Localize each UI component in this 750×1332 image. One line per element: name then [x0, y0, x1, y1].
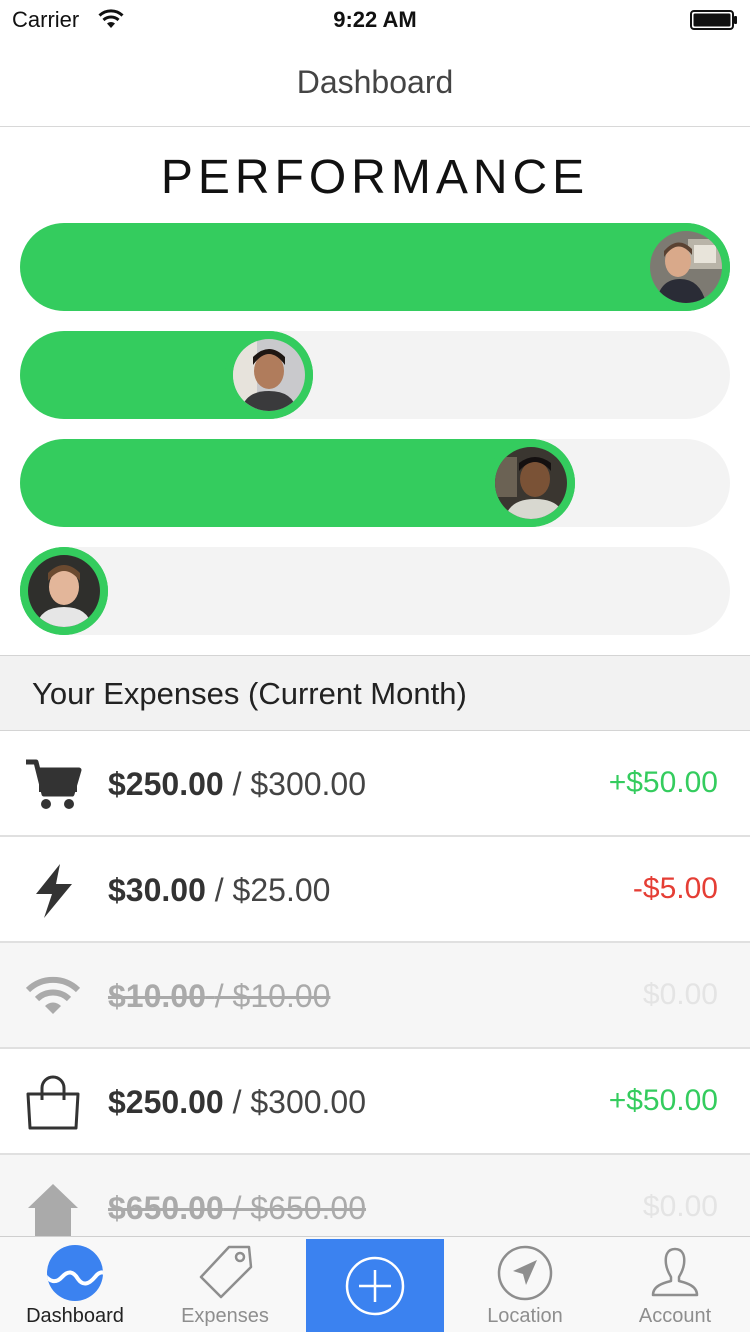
expense-amount: $30.00 / $25.00 — [108, 872, 330, 909]
expense-budget: / $25.00 — [214, 872, 331, 908]
expense-budget: / $10.00 — [214, 978, 331, 1014]
expense-amount: $10.00 / $10.00 — [108, 978, 330, 1015]
expense-difference: +$50.00 — [608, 766, 718, 799]
lightning-icon — [36, 864, 72, 918]
price-tag-icon — [199, 1245, 253, 1299]
expense-difference: +$50.00 — [608, 1084, 718, 1117]
expense-spent: $30.00 — [108, 872, 206, 908]
expense-spent: $10.00 — [108, 978, 206, 1014]
person-avatar-1 — [650, 231, 722, 303]
tab-label: Expenses — [181, 1305, 269, 1327]
plus-circle-icon — [345, 1256, 405, 1316]
avatar[interactable] — [486, 439, 575, 527]
navigation-arrow-icon — [497, 1245, 553, 1301]
avatar[interactable] — [20, 547, 108, 635]
avatar[interactable] — [642, 223, 730, 311]
tab-expenses[interactable]: Expenses — [150, 1237, 300, 1332]
battery-icon — [690, 10, 737, 30]
tab-account[interactable]: Account — [600, 1237, 750, 1332]
tab-location[interactable]: Location — [450, 1237, 600, 1332]
performance-bar — [20, 331, 730, 419]
expense-difference: -$5.00 — [632, 872, 718, 905]
shopping-bag-icon — [26, 1075, 80, 1130]
person-avatar-3 — [494, 447, 567, 519]
performance-bar-fill — [20, 223, 730, 311]
tab-dashboard[interactable]: Dashboard — [0, 1237, 150, 1332]
wifi-icon — [25, 976, 81, 1014]
clock: 9:22 AM — [333, 7, 417, 32]
person-avatar-4 — [28, 555, 100, 627]
expense-amount: $650.00 / $650.00 — [108, 1190, 366, 1227]
expense-budget: / $650.00 — [232, 1190, 367, 1226]
expense-difference: $0.00 — [642, 978, 718, 1011]
expense-spent: $250.00 — [108, 766, 224, 802]
performance-bar — [20, 223, 730, 311]
performance-bar-fill — [20, 547, 108, 635]
expense-row[interactable]: $250.00 / $300.00 +$50.00 — [0, 731, 750, 837]
performance-bar-fill — [20, 439, 575, 527]
expense-budget: / $300.00 — [232, 766, 367, 802]
expenses-section-title: Your Expenses (Current Month) — [32, 676, 467, 711]
performance-bar — [20, 547, 730, 635]
expense-row[interactable]: $10.00 / $10.00 $0.00 — [0, 943, 750, 1049]
tab-label: Dashboard — [26, 1305, 124, 1327]
user-icon — [651, 1247, 699, 1297]
wave-circle-icon — [47, 1245, 103, 1301]
performance-bar — [20, 439, 730, 527]
expense-spent: $250.00 — [108, 1084, 224, 1120]
expense-amount: $250.00 / $300.00 — [108, 1084, 366, 1121]
house-icon — [28, 1184, 78, 1236]
navigation-bar: Dashboard — [0, 40, 750, 127]
expense-spent: $650.00 — [108, 1190, 224, 1226]
expenses-section-header: Your Expenses (Current Month) — [0, 655, 750, 731]
expense-difference: $0.00 — [642, 1190, 718, 1223]
expense-amount: $250.00 / $300.00 — [108, 766, 366, 803]
person-avatar-2 — [233, 339, 306, 411]
status-bar: Carrier 9:22 AM — [0, 0, 750, 40]
performance-title: PERFORMANCE — [160, 151, 590, 204]
avatar[interactable] — [225, 331, 314, 419]
tab-label: Account — [638, 1305, 712, 1327]
tab-label: Location — [487, 1305, 563, 1327]
performance-bar-fill — [20, 331, 314, 419]
expense-budget: / $300.00 — [232, 1084, 367, 1120]
expense-row[interactable]: $250.00 / $300.00 +$50.00 — [0, 1049, 750, 1155]
page-title: Dashboard — [296, 64, 454, 100]
tab-bar: Dashboard Expenses Location Account — [0, 1236, 750, 1332]
add-expense-button[interactable] — [306, 1239, 444, 1332]
expense-row[interactable]: $30.00 / $25.00 -$5.00 — [0, 837, 750, 943]
cart-icon — [26, 759, 82, 809]
